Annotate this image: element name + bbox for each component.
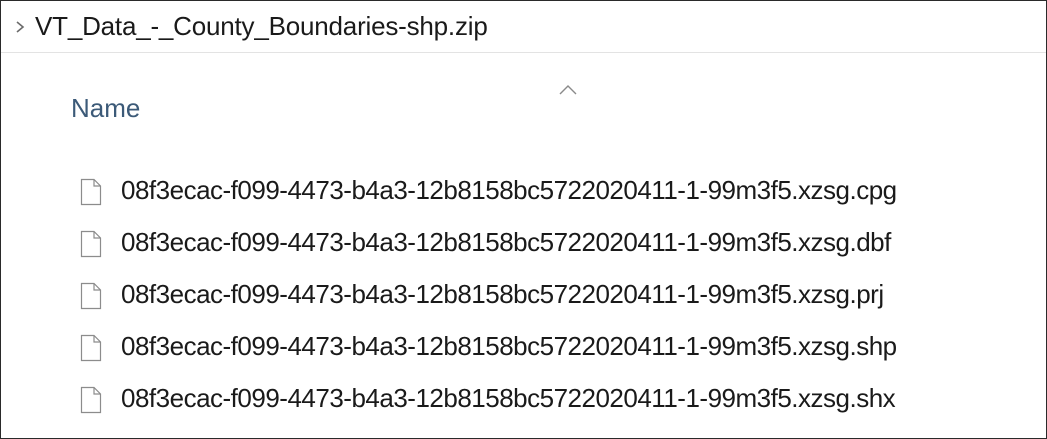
file-name[interactable]: 08f3ecac-f099-4473-b4a3-12b8158bc5722020… xyxy=(121,279,884,310)
file-icon xyxy=(80,178,102,206)
file-name[interactable]: 08f3ecac-f099-4473-b4a3-12b8158bc5722020… xyxy=(121,383,896,414)
file-list: 08f3ecac-f099-4473-b4a3-12b8158bc5722020… xyxy=(1,166,1046,426)
file-icon xyxy=(80,334,102,362)
file-name[interactable]: 08f3ecac-f099-4473-b4a3-12b8158bc5722020… xyxy=(121,175,897,206)
file-row[interactable]: 08f3ecac-f099-4473-b4a3-12b8158bc5722020… xyxy=(1,374,1046,426)
address-bar[interactable]: VT_Data_-_County_Boundaries-shp.zip xyxy=(1,1,1046,53)
file-row[interactable]: 08f3ecac-f099-4473-b4a3-12b8158bc5722020… xyxy=(1,166,1046,218)
chevron-right-icon[interactable] xyxy=(9,16,31,38)
file-icon xyxy=(80,282,102,310)
file-name[interactable]: 08f3ecac-f099-4473-b4a3-12b8158bc5722020… xyxy=(121,331,897,362)
file-row[interactable]: 08f3ecac-f099-4473-b4a3-12b8158bc5722020… xyxy=(1,218,1046,270)
file-row[interactable]: 08f3ecac-f099-4473-b4a3-12b8158bc5722020… xyxy=(1,322,1046,374)
column-header-name[interactable]: Name xyxy=(71,93,140,124)
file-row[interactable]: 08f3ecac-f099-4473-b4a3-12b8158bc5722020… xyxy=(1,270,1046,322)
file-name[interactable]: 08f3ecac-f099-4473-b4a3-12b8158bc5722020… xyxy=(121,227,891,258)
breadcrumb-path[interactable]: VT_Data_-_County_Boundaries-shp.zip xyxy=(35,11,488,42)
file-icon xyxy=(80,386,102,414)
file-icon xyxy=(80,230,102,258)
sort-ascending-icon xyxy=(558,83,578,95)
explorer-window: VT_Data_-_County_Boundaries-shp.zip Name… xyxy=(0,0,1047,439)
